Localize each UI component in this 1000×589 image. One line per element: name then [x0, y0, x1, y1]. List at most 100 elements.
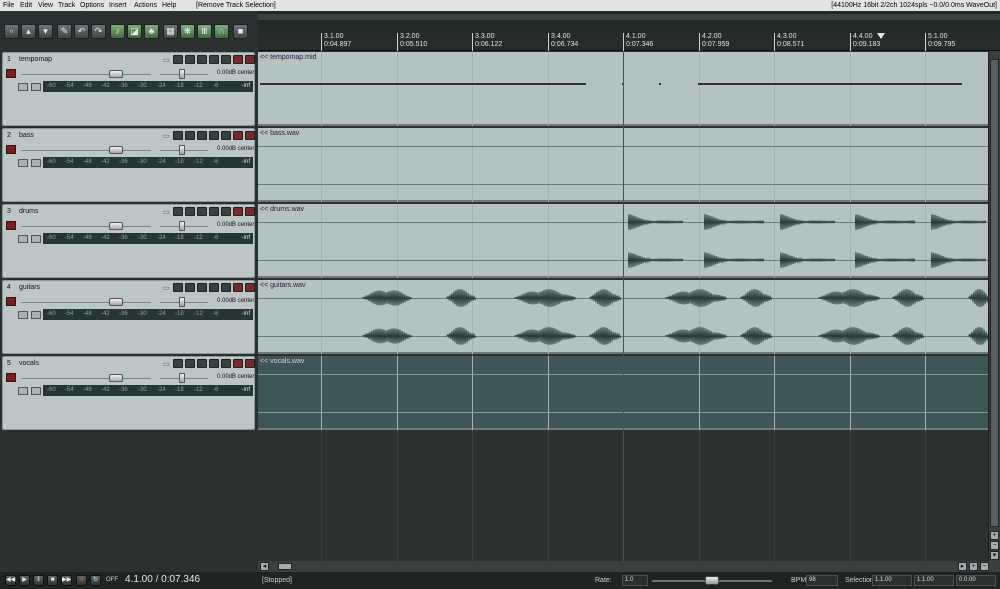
bpm-field[interactable]: 98: [806, 575, 838, 586]
rate-slider-knob[interactable]: [705, 576, 719, 585]
stop-icon[interactable]: ■: [47, 575, 58, 586]
envelope-button[interactable]: [185, 55, 195, 64]
go-to-start-icon[interactable]: ◀◀: [5, 575, 16, 586]
folder-icon[interactable]: ▭: [163, 360, 170, 368]
fx-button[interactable]: [197, 207, 207, 216]
pan-knob[interactable]: [179, 69, 185, 79]
save-project-icon[interactable]: ▾: [38, 24, 53, 39]
fx-button[interactable]: [197, 283, 207, 292]
undo-icon[interactable]: ↶: [74, 24, 89, 39]
lock-icon[interactable]: ■: [233, 24, 248, 39]
envelope-button[interactable]: [185, 207, 195, 216]
pan-knob[interactable]: [179, 297, 185, 307]
mute-button[interactable]: [233, 359, 243, 368]
track-panel-2[interactable]: 2 bass ▭ 0.00dB center -60 -54 -48 -42 -36 -30 -24…: [2, 128, 255, 202]
record-arm-button[interactable]: [6, 297, 16, 306]
solo-button[interactable]: [245, 359, 255, 368]
phase-button[interactable]: [209, 207, 219, 216]
track-panel-5[interactable]: 5 vocals ▭ 0.00dB center -60 -54 -48 -42 -36 -30-…: [2, 356, 255, 430]
transport-position[interactable]: 4.1.00 / 0:07.346: [125, 574, 200, 585]
menu-options[interactable]: Options: [80, 0, 104, 11]
audio-status[interactable]: [44100Hz 16bit 2/2ch 1024spls ~0.0/0.0ms…: [831, 0, 997, 11]
phase-button[interactable]: [209, 131, 219, 140]
project-settings-icon[interactable]: ✎: [57, 24, 72, 39]
metronome-icon[interactable]: ♪: [110, 24, 125, 39]
ruler-region-lane[interactable]: [258, 11, 1000, 33]
envelope-button[interactable]: [185, 359, 195, 368]
track-name[interactable]: vocals: [19, 360, 39, 367]
io-routing-button[interactable]: [173, 131, 183, 140]
fx-button[interactable]: [197, 55, 207, 64]
selection-length-field[interactable]: 0.0.00: [956, 575, 996, 586]
repeat-state[interactable]: OFF: [106, 577, 118, 583]
record-icon[interactable]: ●: [76, 575, 87, 586]
input-monitor-icon[interactable]: [18, 83, 28, 91]
record-arm-button[interactable]: [6, 221, 16, 230]
track-name[interactable]: bass: [19, 132, 34, 139]
input-monitor-icon[interactable]: [18, 311, 28, 319]
io-routing-button[interactable]: [173, 55, 183, 64]
volume-knob[interactable]: [109, 70, 123, 78]
record-mode-icon[interactable]: [31, 311, 41, 319]
mute-button[interactable]: [233, 207, 243, 216]
record-arm-button[interactable]: [6, 373, 16, 382]
volume-slider[interactable]: [21, 302, 151, 303]
input-monitor-icon[interactable]: [18, 235, 28, 243]
io-routing-button[interactable]: [173, 359, 183, 368]
folder-icon[interactable]: ▭: [163, 208, 170, 216]
vertical-scroll-thumb[interactable]: [990, 59, 999, 527]
scroll-right-icon[interactable]: ▸: [958, 562, 967, 571]
ripple-edit-icon[interactable]: ◪: [127, 24, 142, 39]
horizontal-scroll-thumb[interactable]: [278, 563, 292, 570]
zoom-out-horizontal-icon[interactable]: −: [980, 562, 989, 571]
grid-icon[interactable]: ▦: [163, 24, 178, 39]
solo-button[interactable]: [245, 55, 255, 64]
pause-icon[interactable]: ǁ: [33, 575, 44, 586]
new-project-icon[interactable]: ▫: [4, 24, 19, 39]
headphones-icon[interactable]: ∩: [214, 24, 229, 39]
volume-knob[interactable]: [109, 222, 123, 230]
snap-icon[interactable]: ♣: [144, 24, 159, 39]
fx-bypass-button[interactable]: [221, 359, 231, 368]
mute-button[interactable]: [233, 131, 243, 140]
menu-insert[interactable]: Insert: [109, 0, 127, 11]
selection-start-field[interactable]: 1.1.00: [872, 575, 912, 586]
zoom-out-vertical-icon[interactable]: −: [990, 541, 999, 550]
solo-button[interactable]: [245, 131, 255, 140]
menu-file[interactable]: File: [3, 0, 14, 11]
folder-icon[interactable]: ▭: [163, 132, 170, 140]
solo-button[interactable]: [245, 283, 255, 292]
horizontal-scrollbar[interactable]: ◂ ▸ + −: [258, 561, 1000, 572]
vertical-scrollbar[interactable]: + − ▾: [988, 51, 1000, 561]
mute-button[interactable]: [233, 55, 243, 64]
fx-button[interactable]: [197, 359, 207, 368]
menu-view[interactable]: View: [38, 0, 53, 11]
input-monitor-icon[interactable]: [18, 159, 28, 167]
record-mode-icon[interactable]: [31, 387, 41, 395]
volume-slider[interactable]: [21, 74, 151, 75]
track-name[interactable]: drums: [19, 208, 38, 215]
menu-edit[interactable]: Edit: [20, 0, 32, 11]
fx-button[interactable]: [197, 131, 207, 140]
volume-slider[interactable]: [21, 226, 151, 227]
volume-knob[interactable]: [109, 146, 123, 154]
track-panel-3[interactable]: 3 drums ▭ 0.00dB center -60 -54 -48 -42 -36 -30 -2…: [2, 204, 255, 278]
mute-button[interactable]: [233, 283, 243, 292]
play-icon[interactable]: ▶: [19, 575, 30, 586]
volume-knob[interactable]: [109, 298, 123, 306]
redo-icon[interactable]: ↷: [91, 24, 106, 39]
phase-button[interactable]: [209, 55, 219, 64]
fx-bypass-button[interactable]: [221, 283, 231, 292]
rate-field[interactable]: 1.0: [622, 575, 648, 586]
io-routing-button[interactable]: [173, 207, 183, 216]
input-monitor-icon[interactable]: [18, 387, 28, 395]
repeat-icon[interactable]: ↻: [90, 575, 101, 586]
arrange-view[interactable]: << tempomap.mid << bass.wav << drums.wav…: [258, 51, 988, 561]
volume-slider[interactable]: [21, 378, 151, 379]
track-panel-4[interactable]: 4 guitars ▭ 0.00dB center -60 -54 -48 -42 -36 -30…: [2, 280, 255, 354]
phase-button[interactable]: [209, 359, 219, 368]
fx-bypass-button[interactable]: [221, 55, 231, 64]
volume-knob[interactable]: [109, 374, 123, 382]
track-panel-1[interactable]: 1 tempomap ▭ 0.00dB center -60 -54 -48 -42 -36 -3…: [2, 52, 255, 126]
record-mode-icon[interactable]: [31, 159, 41, 167]
